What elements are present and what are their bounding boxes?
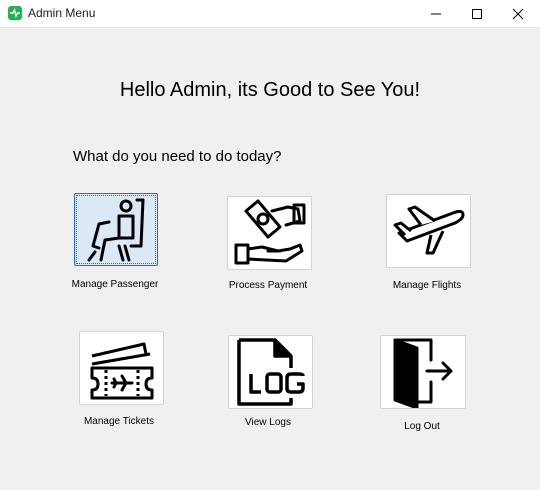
payment-hand-icon xyxy=(234,199,306,265)
view-logs-button[interactable] xyxy=(228,335,313,409)
log-file-icon xyxy=(237,338,305,406)
process-payment-label: Process Payment xyxy=(228,280,308,291)
manage-tickets-button[interactable] xyxy=(79,331,164,405)
prompt-text: What do you need to do today? xyxy=(73,148,282,165)
greeting-heading: Hello Admin, its Good to See You! xyxy=(119,79,421,101)
manage-passenger-label: Manage Passenger xyxy=(71,279,159,290)
logout-door-icon xyxy=(393,338,453,408)
airplane-icon xyxy=(393,205,465,255)
maximize-button[interactable] xyxy=(455,0,499,27)
close-button[interactable] xyxy=(496,0,540,27)
passenger-seat-icon xyxy=(87,198,145,262)
process-payment-button[interactable] xyxy=(227,196,312,270)
manage-flights-label: Manage Flights xyxy=(392,280,462,291)
minimize-button[interactable] xyxy=(414,0,458,27)
log-out-button[interactable] xyxy=(380,335,466,409)
window-title: Admin Menu xyxy=(28,6,96,20)
view-logs-label: View Logs xyxy=(245,417,291,428)
title-bar: Admin Menu xyxy=(0,0,540,28)
manage-passenger-button[interactable] xyxy=(74,193,158,266)
close-icon xyxy=(512,8,524,19)
manage-tickets-label: Manage Tickets xyxy=(83,416,155,427)
log-out-label: Log Out xyxy=(404,421,440,432)
ticket-icon xyxy=(90,342,154,400)
manage-flights-button[interactable] xyxy=(386,194,471,268)
maximize-icon xyxy=(472,8,482,19)
app-icon xyxy=(8,6,22,20)
minimize-icon xyxy=(431,13,441,14)
